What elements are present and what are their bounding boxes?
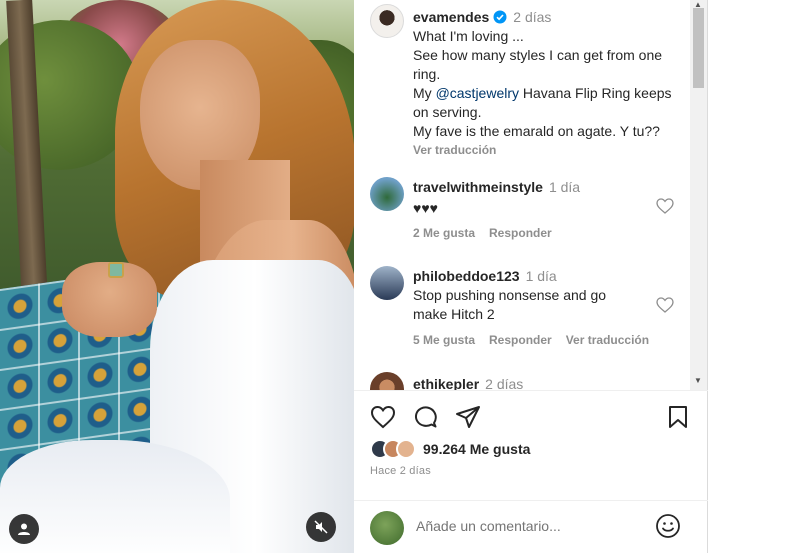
page-background — [708, 0, 800, 553]
translate-link[interactable]: Ver traducción — [413, 141, 673, 160]
comment: travelwithmeinstyle 1 día ♥♥♥ — [413, 178, 673, 218]
post-caption: evamendes 2 días What I'm loving ... See … — [413, 8, 673, 160]
scroll-down-icon[interactable]: ▼ — [694, 376, 702, 385]
caption-line: See how many styles I can get from one r… — [413, 47, 663, 82]
commenter-avatar[interactable] — [370, 266, 404, 300]
action-bar: 99.264 Me gusta Hace 2 días — [354, 390, 708, 490]
translate-link[interactable]: Ver traducción — [566, 333, 649, 347]
author-avatar[interactable] — [370, 4, 404, 38]
verified-icon — [493, 10, 507, 24]
commenter-username[interactable]: ethikepler — [413, 376, 479, 390]
post-panel: evamendes 2 días What I'm loving ... See … — [354, 0, 708, 553]
comment-text: ♥♥♥ — [413, 200, 438, 216]
comment-meta: 2 Me gusta Responder — [413, 226, 566, 240]
comments-list[interactable]: evamendes 2 días What I'm loving ... See … — [354, 0, 708, 390]
comment-input[interactable] — [416, 518, 636, 534]
caption-line: What I'm loving ... — [413, 28, 524, 44]
heart-icon[interactable] — [656, 198, 674, 214]
reply-button[interactable]: Responder — [489, 226, 552, 240]
post-time[interactable]: 2 días — [513, 9, 551, 25]
comment-likes[interactable]: 2 Me gusta — [413, 226, 475, 240]
mute-icon — [314, 520, 328, 534]
scrollbar-thumb[interactable] — [693, 8, 704, 88]
commenter-avatar[interactable] — [370, 177, 404, 211]
comment-icon[interactable] — [412, 405, 438, 429]
share-icon[interactable] — [455, 405, 481, 429]
heart-icon[interactable] — [656, 297, 674, 313]
comment-time[interactable]: 1 día — [526, 268, 557, 284]
commenter-username[interactable]: philobeddoe123 — [413, 268, 520, 284]
comment-time[interactable]: 1 día — [549, 179, 580, 195]
commenter-avatar[interactable] — [370, 372, 404, 390]
caption-line: My fave is the emarald on agate. Y tu?? — [413, 123, 660, 139]
current-user-avatar — [370, 511, 404, 545]
comment-likes[interactable]: 5 Me gusta — [413, 333, 475, 347]
comment-text: Stop pushing nonsense and go make Hitch … — [413, 287, 607, 322]
emoji-icon[interactable] — [655, 513, 681, 539]
bookmark-icon[interactable] — [667, 405, 689, 429]
post-date[interactable]: Hace 2 días — [370, 465, 431, 477]
author-username[interactable]: evamendes — [413, 9, 489, 25]
comment: philobeddoe123 1 día Stop pushing nonsens… — [413, 267, 673, 324]
liker-avatar — [396, 439, 416, 459]
reply-button[interactable]: Responder — [489, 333, 552, 347]
mute-button[interactable] — [306, 512, 336, 542]
comment: ethikepler 2 días — [413, 375, 673, 390]
media-ring — [108, 262, 124, 278]
post-media[interactable] — [0, 0, 354, 553]
likes-summary[interactable]: 99.264 Me gusta — [370, 439, 530, 459]
comment-meta: 5 Me gusta Responder Ver traducción — [413, 333, 663, 347]
mention-link[interactable]: @castjewelry — [436, 85, 519, 101]
comment-time[interactable]: 2 días — [485, 376, 523, 390]
caption-line: My @castjewelry Havana Flip Ring keeps o… — [413, 85, 672, 120]
scroll-up-icon[interactable]: ▲ — [694, 0, 702, 9]
tagged-users-button[interactable] — [9, 514, 39, 544]
likes-count[interactable]: 99.264 Me gusta — [423, 441, 530, 457]
commenter-username[interactable]: travelwithmeinstyle — [413, 179, 543, 195]
add-comment-bar — [354, 500, 708, 553]
heart-icon[interactable] — [370, 405, 396, 429]
user-icon — [18, 523, 30, 535]
